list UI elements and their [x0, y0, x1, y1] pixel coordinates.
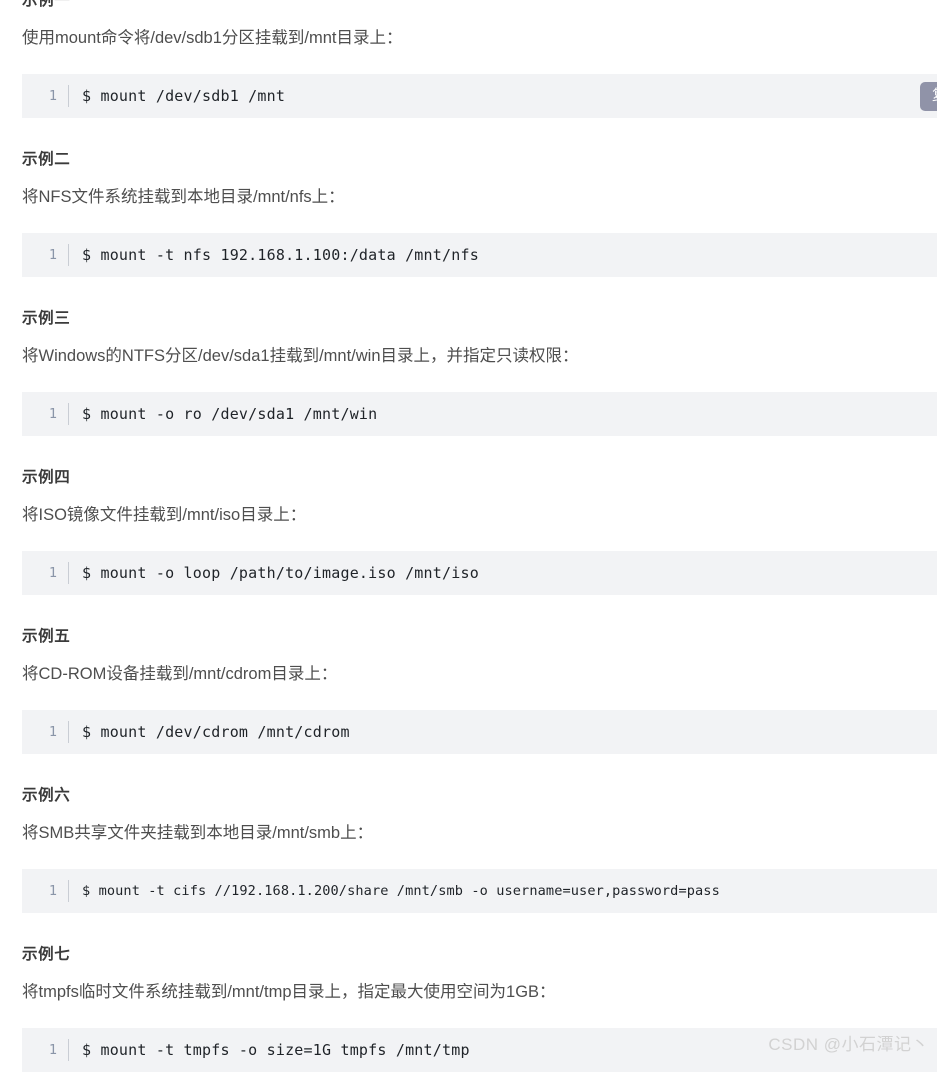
example-section-2: 示例二 将NFS文件系统挂载到本地目录/mnt/nfs上： 1 $ mount …	[22, 149, 937, 277]
section-description: 将NFS文件系统挂载到本地目录/mnt/nfs上：	[22, 188, 345, 206]
code-text: $ mount -t tmpfs -o size=1G tmpfs /mnt/t…	[82, 1041, 470, 1059]
example-section-5: 示例五 将CD-ROM设备挂载到/mnt/cdrom目录上： 1 $ mount…	[22, 626, 937, 754]
code-line-number: 1	[48, 724, 57, 740]
section-description: 将tmpfs临时文件系统挂载到/mnt/tmp目录上，指定最大使用空间为1GB：	[22, 983, 556, 1001]
code-line-number: 1	[48, 88, 57, 104]
code-text: $ mount -o ro /dev/sda1 /mnt/win	[82, 405, 378, 423]
section-description: 将Windows的NTFS分区/dev/sda1挂载到/mnt/win目录上，并…	[22, 347, 579, 365]
example-section-1: 示例一 使用mount命令将/dev/sdb1分区挂载到/mnt目录上： 1 $…	[22, 0, 937, 118]
example-section-3: 示例三 将Windows的NTFS分区/dev/sda1挂载到/mnt/win目…	[22, 308, 937, 436]
code-text: $ mount /dev/cdrom /mnt/cdrom	[82, 723, 350, 741]
example-section-6: 示例六 将SMB共享文件夹挂载到本地目录/mnt/smb上： 1 $ mount…	[22, 785, 937, 913]
section-heading: 示例四	[22, 469, 71, 486]
article-content: 示例一 使用mount命令将/dev/sdb1分区挂载到/mnt目录上： 1 $…	[0, 0, 937, 1072]
code-block: 1 $ mount -o ro /dev/sda1 /mnt/win	[22, 392, 937, 436]
example-section-7: 示例七 将tmpfs临时文件系统挂载到/mnt/tmp目录上，指定最大使用空间为…	[22, 944, 937, 1072]
code-line-number: 1	[48, 883, 57, 899]
section-heading: 示例七	[22, 946, 71, 963]
section-heading: 示例三	[22, 310, 71, 327]
code-line-number: 1	[48, 406, 57, 422]
copy-code-button[interactable]: 复制	[920, 82, 937, 111]
section-description: 使用mount命令将/dev/sdb1分区挂载到/mnt目录上：	[22, 29, 403, 47]
section-heading: 示例五	[22, 628, 71, 645]
article-page: 示例一 使用mount命令将/dev/sdb1分区挂载到/mnt目录上： 1 $…	[0, 0, 937, 1072]
code-block: 1 $ mount /dev/sdb1 /mnt 复制	[22, 74, 937, 118]
section-description: 将CD-ROM设备挂载到/mnt/cdrom目录上：	[22, 665, 338, 683]
code-block: 1 $ mount /dev/cdrom /mnt/cdrom	[22, 710, 937, 754]
code-text: $ mount -t cifs //192.168.1.200/share /m…	[82, 883, 720, 899]
section-heading: 示例六	[22, 787, 71, 804]
section-description: 将SMB共享文件夹挂载到本地目录/mnt/smb上：	[22, 824, 374, 842]
code-text: $ mount -o loop /path/to/image.iso /mnt/…	[82, 564, 479, 582]
code-block: 1 $ mount -t cifs //192.168.1.200/share …	[22, 869, 937, 913]
code-line-number: 1	[48, 1042, 57, 1058]
code-block: 1 $ mount -t nfs 192.168.1.100:/data /mn…	[22, 233, 937, 277]
section-heading: 示例二	[22, 151, 71, 168]
code-line-number: 1	[48, 565, 57, 581]
code-line-number: 1	[48, 247, 57, 263]
code-block: 1 $ mount -t tmpfs -o size=1G tmpfs /mnt…	[22, 1028, 937, 1072]
section-heading: 示例一	[22, 0, 71, 9]
example-section-4: 示例四 将ISO镜像文件挂载到/mnt/iso目录上： 1 $ mount -o…	[22, 467, 937, 595]
code-text: $ mount -t nfs 192.168.1.100:/data /mnt/…	[82, 246, 479, 264]
section-description: 将ISO镜像文件挂载到/mnt/iso目录上：	[22, 506, 307, 524]
code-text: $ mount /dev/sdb1 /mnt	[82, 87, 286, 105]
code-block: 1 $ mount -o loop /path/to/image.iso /mn…	[22, 551, 937, 595]
